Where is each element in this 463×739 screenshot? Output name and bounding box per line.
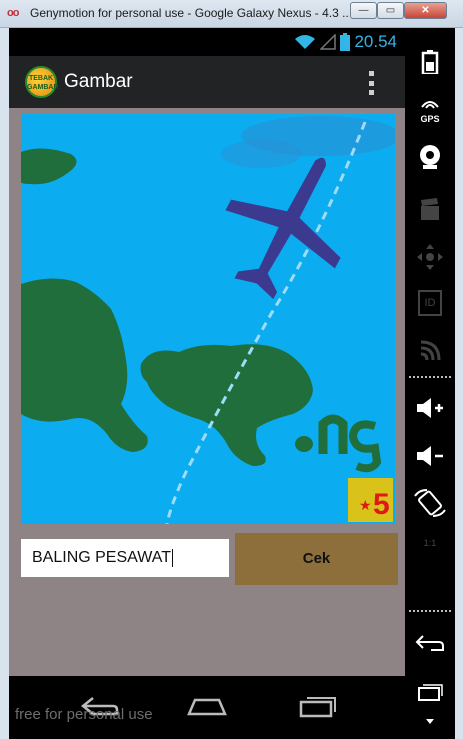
android-statusbar: 20.54 <box>9 28 405 56</box>
overflow-menu-icon[interactable] <box>369 71 375 95</box>
sidebar-divider <box>409 376 451 378</box>
nav-home-icon[interactable] <box>185 694 229 718</box>
webcam-icon[interactable] <box>405 144 455 170</box>
volume-down-icon[interactable] <box>405 444 455 468</box>
rotate-icon[interactable] <box>405 488 455 518</box>
answer-input[interactable]: BALING PESAWAT <box>21 539 229 577</box>
signal-icon <box>320 34 337 50</box>
cast-icon[interactable] <box>405 338 455 362</box>
gps-label: GPS <box>420 114 440 124</box>
window-frame-right <box>455 28 463 739</box>
nav-recent-apps-icon[interactable] <box>297 692 337 718</box>
dpad-icon[interactable] <box>405 242 455 272</box>
window-maximize-button[interactable]: ▭ <box>377 2 404 19</box>
text-caret <box>172 548 173 567</box>
menu-down-icon[interactable] <box>405 716 455 726</box>
window-titlebar: oo Genymotion for personal use - Google … <box>0 0 463 28</box>
sidebar-divider-2 <box>409 610 451 612</box>
battery-status-icon <box>340 33 351 51</box>
volume-up-icon[interactable] <box>405 396 455 420</box>
game-content: ★ 5 BALING PESAWAT Cek <box>9 108 405 676</box>
gps-icon[interactable]: GPS <box>405 96 455 124</box>
back-icon[interactable] <box>405 632 455 654</box>
app-logo[interactable]: TEBAK GAMBAR <box>25 66 59 98</box>
watermark-text: free for personal use <box>15 706 153 723</box>
battery-icon[interactable] <box>405 50 455 74</box>
window-minimize-button[interactable]: — <box>350 2 377 19</box>
puzzle-image: ★ 5 <box>21 114 395 524</box>
window-title: Genymotion for personal use - Google Gal… <box>30 6 350 20</box>
scale-label: 1:1 <box>423 538 437 548</box>
wifi-icon <box>295 35 316 49</box>
genymotion-sidebar: GPS ID 1:1 <box>405 28 455 739</box>
recent-apps-icon[interactable] <box>405 682 455 702</box>
status-time: 20.54 <box>354 32 397 51</box>
clapper-icon[interactable] <box>405 198 455 222</box>
answer-value: BALING PESAWAT <box>32 549 171 566</box>
status-icons: 20.54 <box>294 32 397 52</box>
level-number: 5 <box>373 488 390 521</box>
action-bar: TEBAK GAMBAR Gambar <box>9 56 405 108</box>
window-close-button[interactable]: ✕ <box>404 2 447 19</box>
window-frame-left <box>0 28 9 739</box>
app-title: Gambar <box>64 71 133 92</box>
genymotion-logo-icon: oo <box>7 7 19 19</box>
level-star-icon: ★ <box>359 498 372 514</box>
id-icon[interactable]: ID <box>405 290 455 316</box>
id-label: ID <box>418 290 442 316</box>
puzzle-illustration: ★ 5 <box>21 114 395 524</box>
cek-button[interactable]: Cek <box>235 533 398 585</box>
scale-icon[interactable]: 1:1 <box>405 538 455 548</box>
